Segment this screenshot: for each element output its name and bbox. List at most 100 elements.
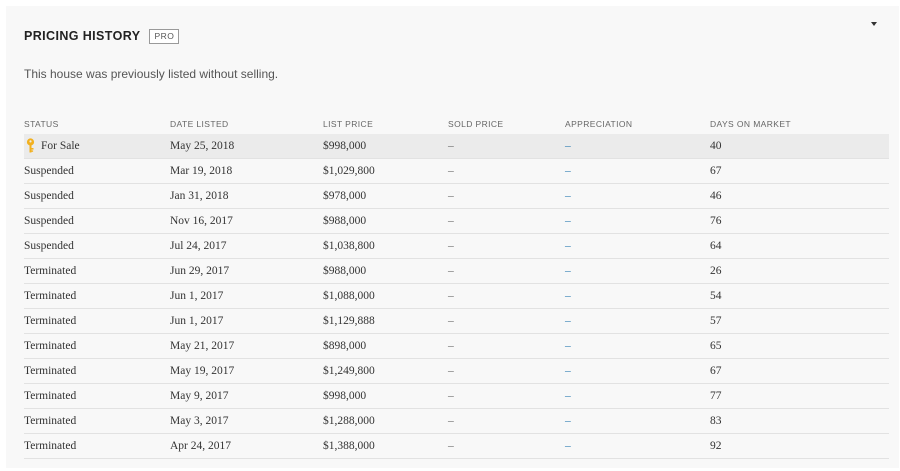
list-price-cell: $1,129,888 bbox=[323, 315, 375, 327]
table-header: STATUS DATE LISTED LIST PRICE SOLD PRICE… bbox=[24, 112, 889, 134]
date-listed-cell: Jun 29, 2017 bbox=[170, 265, 230, 277]
list-price-cell: $1,038,800 bbox=[323, 240, 375, 252]
status-cell: Suspended bbox=[24, 240, 74, 252]
status-cell: Terminated bbox=[24, 390, 77, 402]
sold-price-cell: – bbox=[448, 265, 454, 277]
status-cell: Terminated bbox=[24, 365, 77, 377]
days-on-market-cell: 77 bbox=[710, 390, 722, 402]
status-cell: Terminated bbox=[24, 315, 77, 327]
table-row: Suspended Mar 19, 2018 $1,029,800 – – 67 bbox=[24, 159, 889, 184]
list-price-cell: $1,249,800 bbox=[323, 365, 375, 377]
date-listed-cell: May 21, 2017 bbox=[170, 340, 235, 352]
days-on-market-cell: 92 bbox=[710, 440, 722, 452]
days-on-market-cell: 46 bbox=[710, 190, 722, 202]
column-header-sold-price: SOLD PRICE bbox=[448, 119, 504, 129]
sold-price-cell: – bbox=[448, 190, 454, 202]
status-cell: For Sale bbox=[41, 140, 80, 152]
appreciation-cell: – bbox=[565, 215, 571, 227]
collapse-caret-icon[interactable] bbox=[871, 22, 877, 26]
appreciation-cell: – bbox=[565, 340, 571, 352]
table-row: Terminated May 19, 2017 $1,249,800 – – 67 bbox=[24, 359, 889, 384]
status-cell: Suspended bbox=[24, 190, 74, 202]
appreciation-cell: – bbox=[565, 415, 571, 427]
days-on-market-cell: 67 bbox=[710, 365, 722, 377]
list-price-cell: $998,000 bbox=[323, 390, 367, 402]
column-header-appreciation: APPRECIATION bbox=[565, 119, 633, 129]
date-listed-cell: Mar 19, 2018 bbox=[170, 165, 233, 177]
list-price-cell: $1,288,000 bbox=[323, 415, 375, 427]
sold-price-cell: – bbox=[448, 140, 454, 152]
days-on-market-cell: 65 bbox=[710, 340, 722, 352]
pro-badge: PRO bbox=[149, 28, 180, 44]
days-on-market-cell: 83 bbox=[710, 415, 722, 427]
date-listed-cell: Jun 1, 2017 bbox=[170, 315, 224, 327]
sold-price-cell: – bbox=[448, 215, 454, 227]
status-cell: Suspended bbox=[24, 215, 74, 227]
appreciation-cell: – bbox=[565, 140, 571, 152]
list-price-cell: $1,088,000 bbox=[323, 290, 375, 302]
table-row: Terminated Jun 1, 2017 $1,129,888 – – 57 bbox=[24, 309, 889, 334]
date-listed-cell: May 3, 2017 bbox=[170, 415, 229, 427]
appreciation-cell: – bbox=[565, 315, 571, 327]
appreciation-cell: – bbox=[565, 290, 571, 302]
date-listed-cell: Jun 1, 2017 bbox=[170, 290, 224, 302]
date-listed-cell: Apr 24, 2017 bbox=[170, 440, 232, 452]
table-row: Suspended Nov 16, 2017 $988,000 – – 76 bbox=[24, 209, 889, 234]
table-row: Terminated May 9, 2017 $998,000 – – 77 bbox=[24, 384, 889, 409]
days-on-market-cell: 57 bbox=[710, 315, 722, 327]
days-on-market-cell: 54 bbox=[710, 290, 722, 302]
table-row: Terminated Jun 29, 2017 $988,000 – – 26 bbox=[24, 259, 889, 284]
table-row: Terminated Jun 1, 2017 $1,088,000 – – 54 bbox=[24, 284, 889, 309]
status-cell: Terminated bbox=[24, 415, 77, 427]
appreciation-cell: – bbox=[565, 390, 571, 402]
sold-price-cell: – bbox=[448, 390, 454, 402]
list-price-cell: $1,029,800 bbox=[323, 165, 375, 177]
date-listed-cell: May 25, 2018 bbox=[170, 140, 235, 152]
sold-price-cell: – bbox=[448, 340, 454, 352]
list-price-cell: $978,000 bbox=[323, 190, 367, 202]
days-on-market-cell: 76 bbox=[710, 215, 722, 227]
list-price-cell: $988,000 bbox=[323, 215, 367, 227]
table-row: For Sale May 25, 2018 $998,000 – – 40 bbox=[24, 134, 889, 159]
days-on-market-cell: 67 bbox=[710, 165, 722, 177]
status-cell: Suspended bbox=[24, 165, 74, 177]
appreciation-cell: – bbox=[565, 265, 571, 277]
list-price-cell: $1,388,000 bbox=[323, 440, 375, 452]
list-price-cell: $998,000 bbox=[323, 140, 367, 152]
appreciation-cell: – bbox=[565, 240, 571, 252]
sold-price-cell: – bbox=[448, 240, 454, 252]
sold-price-cell: – bbox=[448, 315, 454, 327]
table-row: Terminated Apr 24, 2017 $1,388,000 – – 92 bbox=[24, 434, 889, 459]
column-header-days-on-market: DAYS ON MARKET bbox=[710, 119, 792, 129]
days-on-market-cell: 26 bbox=[710, 265, 722, 277]
date-listed-cell: May 19, 2017 bbox=[170, 365, 235, 377]
pricing-history-panel: PRICING HISTORY PRO This house was previ… bbox=[6, 6, 899, 468]
date-listed-cell: Jan 31, 2018 bbox=[170, 190, 229, 202]
listing-note: This house was previously listed without… bbox=[24, 67, 279, 81]
appreciation-cell: – bbox=[565, 190, 571, 202]
status-cell: Terminated bbox=[24, 265, 77, 277]
pricing-history-table: STATUS DATE LISTED LIST PRICE SOLD PRICE… bbox=[24, 112, 889, 459]
table-body: For Sale May 25, 2018 $998,000 – – 40 Suspende… bbox=[24, 134, 889, 459]
appreciation-cell: – bbox=[565, 365, 571, 377]
table-row: Suspended Jan 31, 2018 $978,000 – – 46 bbox=[24, 184, 889, 209]
column-header-list-price: LIST PRICE bbox=[323, 119, 374, 129]
sold-price-cell: – bbox=[448, 365, 454, 377]
days-on-market-cell: 64 bbox=[710, 240, 722, 252]
column-header-status: STATUS bbox=[24, 119, 59, 129]
list-price-cell: $988,000 bbox=[323, 265, 367, 277]
status-cell: Terminated bbox=[24, 290, 77, 302]
sold-price-cell: – bbox=[448, 165, 454, 177]
days-on-market-cell: 40 bbox=[710, 140, 722, 152]
sold-price-cell: – bbox=[448, 440, 454, 452]
section-title: PRICING HISTORY bbox=[24, 29, 141, 43]
date-listed-cell: May 9, 2017 bbox=[170, 390, 229, 402]
status-cell: Terminated bbox=[24, 340, 77, 352]
section-header: PRICING HISTORY PRO bbox=[24, 26, 180, 46]
column-header-date-listed: DATE LISTED bbox=[170, 119, 229, 129]
date-listed-cell: Jul 24, 2017 bbox=[170, 240, 227, 252]
sold-price-cell: – bbox=[448, 290, 454, 302]
list-price-cell: $898,000 bbox=[323, 340, 367, 352]
sold-price-cell: – bbox=[448, 415, 454, 427]
table-row: Terminated May 21, 2017 $898,000 – – 65 bbox=[24, 334, 889, 359]
